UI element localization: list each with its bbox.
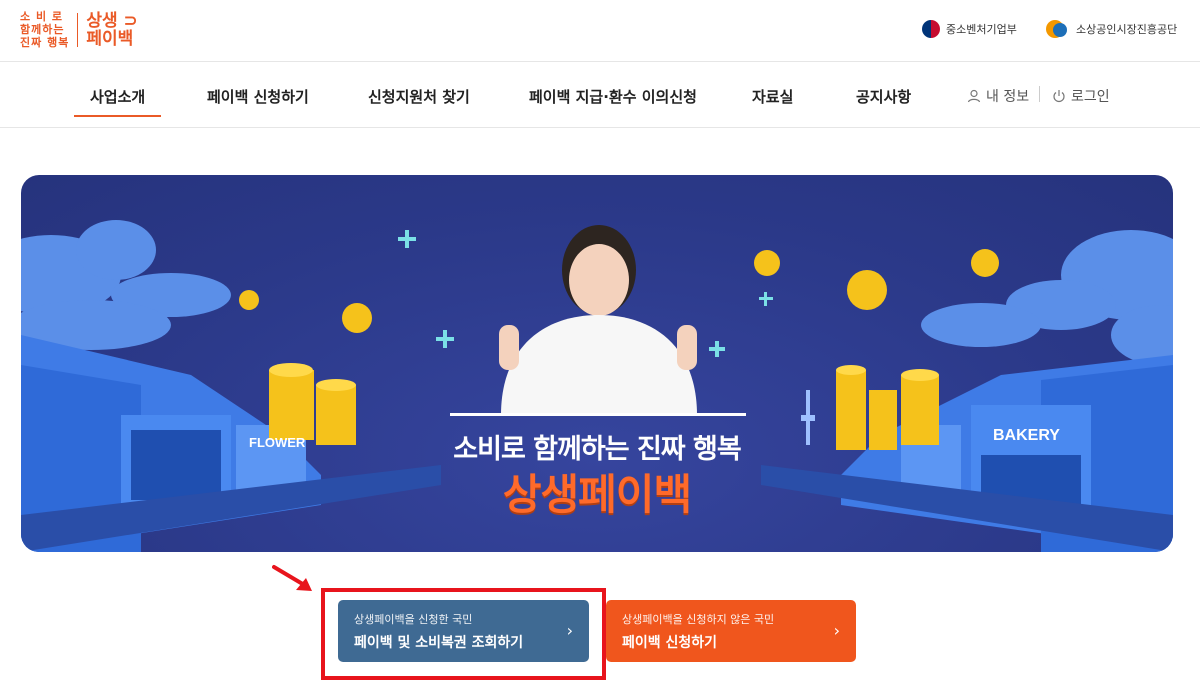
- org-name-semas: 소상공인시장진흥공단: [1076, 23, 1178, 36]
- semas-emblem-icon: [1046, 20, 1070, 38]
- org-link-mss[interactable]: 중소벤처기업부: [922, 20, 1017, 38]
- logo-tagline: 소 비 로 함께하는 진짜 행복: [20, 10, 70, 49]
- nav-item-about[interactable]: 사업소개: [73, 86, 162, 117]
- chevron-right-icon: ›: [833, 621, 840, 640]
- apply-button-caption: 상생페이백을 신청하지 않은 국민: [622, 613, 775, 626]
- banner-divider: [450, 413, 746, 416]
- hero-banner[interactable]: FLOWER BAKERY 소비로 함께하는 진짜 행복 상생페이백: [21, 175, 1173, 552]
- my-info-label: 내 정보: [986, 89, 1030, 105]
- org-name-mss: 중소벤처기업부: [946, 23, 1017, 36]
- nav-item-library[interactable]: 자료실: [752, 86, 793, 107]
- my-info-link[interactable]: 내 정보: [967, 86, 1029, 106]
- apply-button-label: 페이백 신청하기: [622, 635, 718, 651]
- coin-icon: [847, 270, 887, 310]
- power-icon: [1053, 90, 1065, 103]
- cloud-icon: [21, 220, 231, 350]
- coin-icon: [754, 250, 780, 276]
- pointer-arrow-icon: [272, 565, 312, 591]
- login-link[interactable]: 로그인: [1052, 86, 1110, 106]
- apply-payback-button[interactable]: 상생페이백을 신청하지 않은 국민 페이백 신청하기 ›: [606, 600, 856, 662]
- chevron-right-icon: ›: [566, 621, 573, 640]
- user-icon: [967, 89, 981, 103]
- logo-wordmark: 상생 ⊃ 페이백: [86, 10, 138, 49]
- login-label: 로그인: [1071, 89, 1110, 105]
- taegeuk-emblem-icon: [922, 20, 940, 38]
- return-arrow-icon: ⊃: [117, 10, 138, 31]
- coin-icon: [342, 303, 372, 333]
- nav-item-objection[interactable]: 페이백 지급·환수 이의신청: [529, 86, 697, 107]
- lookup-payback-button[interactable]: 상생페이백을 신청한 국민 페이백 및 소비복권 조회하기 ›: [338, 600, 589, 662]
- util-divider: [1039, 86, 1040, 102]
- nav-item-notice[interactable]: 공지사항: [856, 86, 911, 107]
- top-bar: 소 비 로 함께하는 진짜 행복 상생 ⊃ 페이백 중소벤처기업부 소상공인시장…: [0, 0, 1200, 62]
- person-illustration: [499, 225, 697, 415]
- lookup-button-label: 페이백 및 소비복권 조회하기: [354, 635, 524, 651]
- org-link-semas[interactable]: 소상공인시장진흥공단: [1046, 20, 1177, 38]
- coin-icon: [239, 290, 259, 310]
- site-logo[interactable]: 소 비 로 함께하는 진짜 행복 상생 ⊃ 페이백: [20, 10, 138, 49]
- main-nav: 사업소개 페이백 신청하기 신청지원처 찾기 페이백 지급·환수 이의신청 자료…: [0, 62, 1200, 128]
- cloud-icon: [921, 230, 1173, 365]
- nav-item-find-office[interactable]: 신청지원처 찾기: [368, 86, 470, 107]
- banner-title: 상생페이백: [502, 470, 692, 519]
- nav-item-apply[interactable]: 페이백 신청하기: [207, 86, 309, 107]
- coin-icon: [971, 249, 999, 277]
- lookup-button-caption: 상생페이백을 신청한 국민: [354, 613, 473, 626]
- logo-divider: [77, 12, 79, 47]
